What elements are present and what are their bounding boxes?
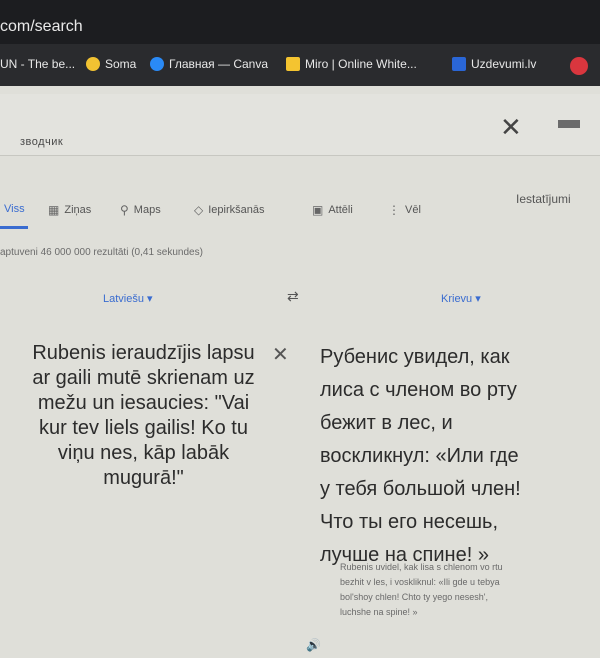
pinterest-icon (570, 57, 588, 75)
news-icon: ▦ (48, 203, 60, 217)
image-icon: ▣ (312, 203, 324, 217)
tab-label: Attēli (328, 204, 353, 216)
tab-label: Viss (4, 203, 25, 215)
bookmark-canva[interactable]: Главная — Canva (150, 57, 268, 71)
tab-shopping[interactable]: ◇ Iepirkšanās (194, 203, 265, 217)
uzdevumi-icon (452, 57, 466, 71)
search-input[interactable]: зводчик (20, 136, 63, 148)
bookmark-label: Miro | Online White... (305, 57, 417, 71)
bookmark-uzdevumi[interactable]: Uzdevumi.lv (452, 57, 536, 71)
tab-more[interactable]: ⋮ Vēl (388, 203, 421, 217)
search-box[interactable]: ✕ (0, 94, 600, 156)
transliteration-text: Rubenis uvidel, kak lisa s chlenom vo rt… (340, 562, 503, 617)
speaker-icon[interactable]: 🔊 (306, 638, 321, 652)
tab-news[interactable]: ▦ Ziņas (48, 203, 91, 217)
target-language-select[interactable]: Krievu ▾ (441, 292, 481, 305)
more-vert-icon: ⋮ (388, 203, 400, 217)
source-text-input[interactable]: Rubenis ieraudzījis lapsu ar gaili mutē … (26, 341, 261, 491)
tab-label: Maps (133, 204, 161, 216)
browser-address-bar: com/search (0, 0, 600, 44)
tab-maps[interactable]: ⚲ Maps (120, 203, 161, 217)
bookmark-label: UN - The be... (0, 57, 76, 71)
source-language-select[interactable]: Latviešu ▾ (103, 292, 153, 305)
bookmark-label: Soma (105, 57, 137, 71)
clear-text-icon[interactable]: ✕ (272, 342, 289, 367)
bookmark-label: Главная — Canva (169, 57, 269, 71)
close-icon[interactable]: ✕ (500, 114, 522, 140)
map-pin-icon: ⚲ (120, 203, 129, 217)
soma-icon (86, 57, 100, 71)
swap-languages-icon[interactable]: ⇄ (287, 288, 299, 305)
shopping-tag-icon: ◇ (194, 203, 204, 217)
active-tab-indicator (0, 226, 28, 229)
bookmark-miro[interactable]: Miro | Online White... (286, 57, 417, 71)
translation-output: Рубенис увидел, как лиса с членом во рту… (320, 346, 521, 566)
tab-all[interactable]: Viss (4, 203, 25, 215)
settings-link[interactable]: Iestatījumi (516, 192, 571, 206)
bookmark-soma[interactable]: Soma (86, 57, 136, 71)
bookmark-un[interactable]: UN - The be... (0, 57, 75, 71)
bookmark-label: Uzdevumi.lv (471, 57, 537, 71)
tab-label: Vēl (405, 204, 421, 216)
canva-icon (150, 57, 164, 71)
tab-label: Iepirkšanās (208, 204, 265, 216)
bookmark-pinterest[interactable] (570, 57, 588, 75)
miro-icon (286, 57, 300, 71)
tab-label: Ziņas (64, 204, 92, 216)
search-results-page: ✕ зводчик Viss ▦ Ziņas ⚲ Maps ◇ Iepirkša… (0, 86, 600, 658)
tab-images[interactable]: ▣ Attēli (312, 203, 353, 217)
bookmarks-bar: UN - The be... Soma Главная — Canva Miro… (0, 44, 600, 86)
search-divider (558, 120, 580, 128)
results-stats: aptuveni 46 000 000 rezultāti (0,41 seku… (0, 247, 203, 258)
url-text[interactable]: com/search (0, 18, 83, 36)
